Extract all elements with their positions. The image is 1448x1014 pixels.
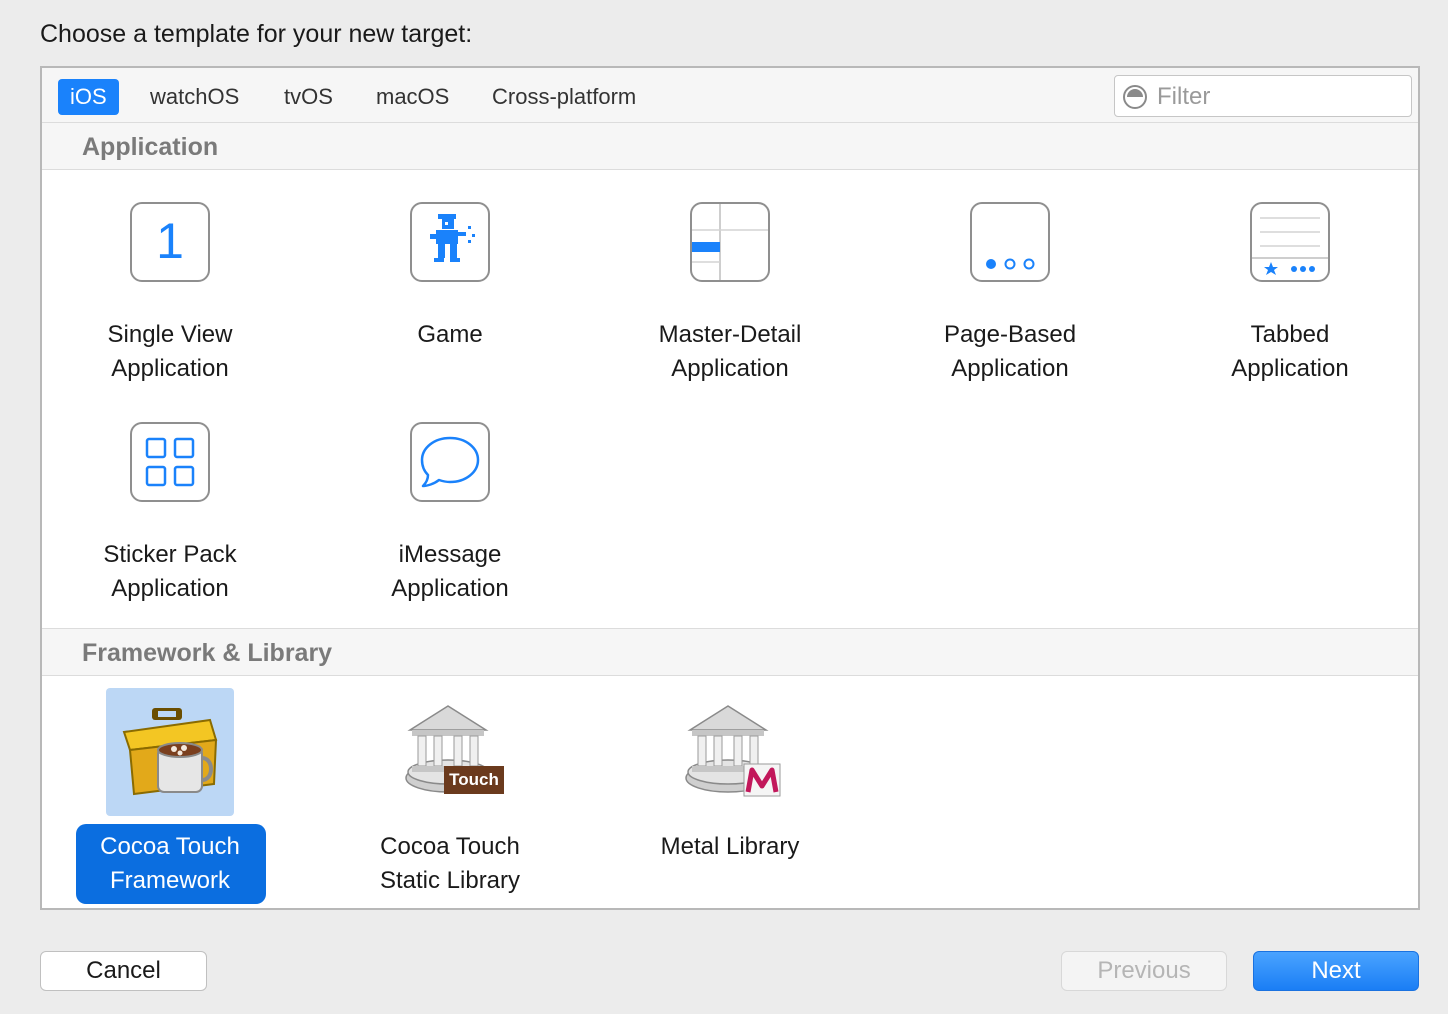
library-touch-badge: Touch bbox=[449, 770, 499, 789]
template-cocoa-touch-static-library[interactable]: Touch Cocoa Touch Static Library bbox=[350, 688, 550, 904]
template-label: Game bbox=[417, 321, 483, 348]
template-label: iMessage Application bbox=[391, 541, 509, 602]
template-tabbed-application[interactable]: Tabbed Application bbox=[1190, 202, 1390, 392]
tab-tvos[interactable]: tvOS bbox=[272, 79, 345, 115]
template-label: Page-Based Application bbox=[943, 321, 1077, 382]
section-title-framework-library: Framework & Library bbox=[82, 639, 333, 667]
game-icon bbox=[410, 202, 490, 282]
filter-icon bbox=[1123, 85, 1147, 109]
tab-macos[interactable]: macOS bbox=[364, 79, 461, 115]
sticker-pack-icon bbox=[130, 422, 210, 502]
toolbox-icon bbox=[106, 688, 234, 816]
template-label: Cocoa Touch Framework bbox=[100, 833, 240, 894]
cancel-button[interactable]: Cancel bbox=[40, 951, 207, 991]
section-header-framework-library: Framework & Library bbox=[42, 628, 1418, 676]
template-single-view-application[interactable]: 1 Single View Application bbox=[70, 202, 270, 392]
template-page-based-application[interactable]: Page-Based Application bbox=[910, 202, 1110, 392]
library-touch-icon: Touch bbox=[396, 696, 508, 808]
single-view-glyph: 1 bbox=[156, 213, 184, 269]
template-cocoa-touch-framework[interactable]: Cocoa Touch Framework bbox=[70, 688, 270, 904]
imessage-icon bbox=[410, 422, 490, 502]
template-label: Sticker Pack Application bbox=[103, 541, 237, 602]
template-label: Metal Library bbox=[660, 833, 800, 860]
filter-placeholder: Filter bbox=[1157, 83, 1211, 110]
section-title-application: Application bbox=[82, 133, 219, 161]
template-label: Single View Application bbox=[107, 321, 233, 382]
master-detail-icon bbox=[690, 202, 770, 282]
template-game[interactable]: Game bbox=[350, 202, 550, 392]
single-view-icon: 1 bbox=[130, 202, 210, 282]
template-imessage-application[interactable]: iMessage Application bbox=[350, 422, 550, 612]
template-label: Tabbed Application bbox=[1231, 321, 1349, 382]
page-based-icon bbox=[970, 202, 1050, 282]
template-master-detail-application[interactable]: Master-Detail Application bbox=[630, 202, 830, 392]
template-label: Master-Detail Application bbox=[658, 321, 802, 382]
template-metal-library[interactable]: Metal Library bbox=[630, 688, 830, 904]
previous-button[interactable]: Previous bbox=[1061, 951, 1227, 991]
template-sticker-pack-application[interactable]: Sticker Pack Application bbox=[70, 422, 270, 612]
tabbed-icon bbox=[1250, 202, 1330, 282]
template-chooser-panel: iOS watchOS tvOS macOS Cross-platform Fi… bbox=[40, 66, 1420, 910]
library-metal-icon bbox=[676, 696, 788, 808]
platform-tabbar: iOS watchOS tvOS macOS Cross-platform Fi… bbox=[42, 68, 1418, 124]
filter-input[interactable]: Filter bbox=[1114, 75, 1412, 117]
template-label: Cocoa Touch Static Library bbox=[379, 833, 521, 894]
tab-ios[interactable]: iOS bbox=[58, 79, 119, 115]
tab-cross-platform[interactable]: Cross-platform bbox=[480, 79, 648, 115]
dialog-prompt: Choose a template for your new target: bbox=[40, 20, 473, 48]
next-button[interactable]: Next bbox=[1253, 951, 1419, 991]
section-header-application: Application bbox=[42, 122, 1418, 170]
tab-watchos[interactable]: watchOS bbox=[138, 79, 251, 115]
